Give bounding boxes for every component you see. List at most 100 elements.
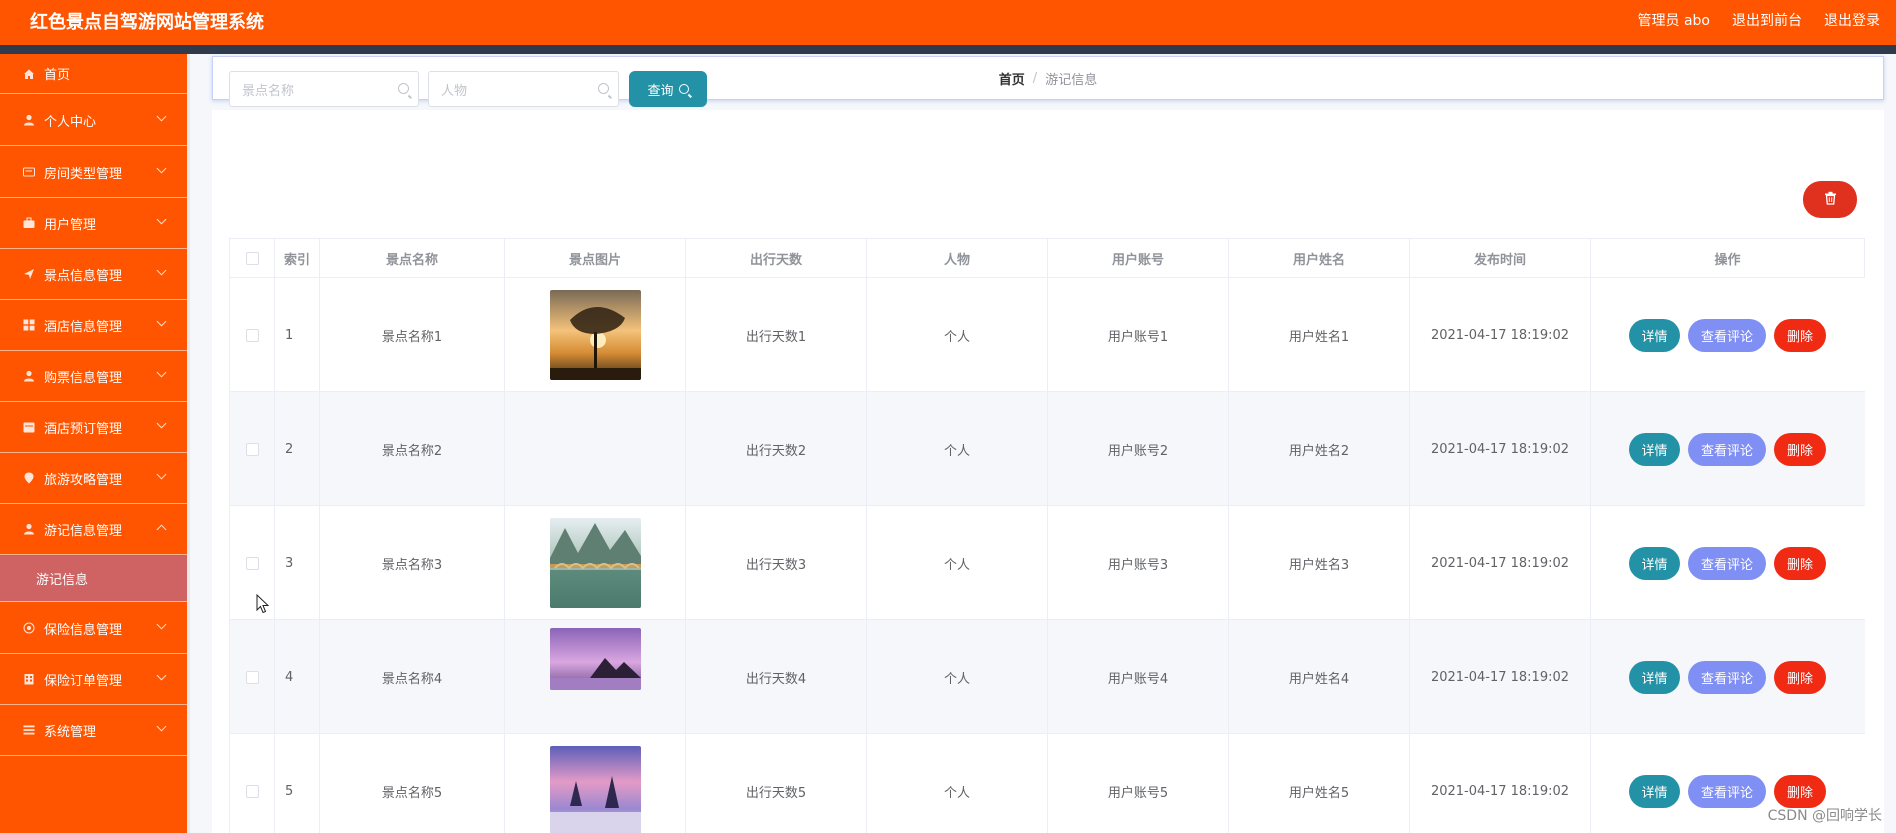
select-all-checkbox[interactable] — [245, 251, 259, 265]
table-row: 5 景点名称5 出行天数5 个人 用户账号5 用户姓名5 2021-04-17 … — [229, 734, 1865, 833]
view-comments-button[interactable]: 查看评论 — [1688, 774, 1766, 808]
scenic-thumbnail[interactable] — [549, 290, 641, 380]
cell-travel-days: 出行天数3 — [686, 506, 867, 620]
delete-button[interactable]: 删除 — [1774, 318, 1826, 352]
row-checkbox[interactable] — [245, 556, 259, 570]
view-comments-button[interactable]: 查看评论 — [1688, 546, 1766, 580]
cell-travel-days: 出行天数1 — [686, 278, 867, 392]
logout-link[interactable]: 退出登录 — [1824, 10, 1880, 30]
header-travel-days: 出行天数 — [686, 239, 867, 277]
detail-button[interactable]: 详情 — [1629, 432, 1680, 466]
sidebar-item-home[interactable]: 首页 — [0, 54, 187, 94]
admin-label[interactable]: 管理员 abo — [1638, 10, 1710, 30]
sidebar-item-system[interactable]: 系统管理 — [0, 705, 187, 756]
sidebar-item-insurance-info[interactable]: 保险信息管理 — [0, 603, 187, 654]
delete-button[interactable]: 删除 — [1774, 774, 1826, 808]
chevron-down-icon — [156, 469, 167, 480]
cell-index: 3 — [275, 506, 320, 620]
grid-icon — [22, 318, 36, 332]
top-actions: 管理员 abo 退出到前台 退出登录 — [1638, 10, 1880, 30]
briefcase-icon — [22, 216, 36, 230]
cell-actions: 详情 查看评论 删除 — [1591, 506, 1864, 620]
cell-user-account: 用户账号4 — [1048, 620, 1229, 734]
person-search-input[interactable]: 人物 — [428, 71, 619, 107]
cell-publish-time: 2021-04-17 18:19:02 — [1410, 734, 1591, 833]
app-title: 红色景点自驾游网站管理系统 — [30, 12, 264, 33]
batch-delete-button[interactable] — [1803, 181, 1857, 218]
sidebar-item-hotel-info[interactable]: 酒店信息管理 — [0, 300, 187, 351]
top-bar: 红色景点自驾游网站管理系统 管理员 abo 退出到前台 退出登录 — [0, 0, 1896, 45]
cell-person: 个人 — [867, 734, 1048, 833]
search-input-placeholder: 人物 — [441, 83, 468, 99]
cell-actions: 详情 查看评论 删除 — [1591, 620, 1864, 734]
to-front-link[interactable]: 退出到前台 — [1732, 10, 1802, 30]
scenic-name-search-input[interactable]: 景点名称 — [229, 71, 419, 107]
table-row: 4 景点名称4 出行天数4 个人 用户账号4 用户姓名4 2021-04-17 … — [229, 620, 1865, 734]
sidebar: 首页 个人中心 房间类型管理 用户管理 景点信息管理 酒店信息管理 购票信息管理… — [0, 54, 187, 833]
detail-button[interactable]: 详情 — [1629, 318, 1680, 352]
cell-user-account: 用户账号2 — [1048, 392, 1229, 506]
breadcrumb-home[interactable]: 首页 — [999, 69, 1025, 88]
view-comments-button[interactable]: 查看评论 — [1688, 432, 1766, 466]
cell-person: 个人 — [867, 278, 1048, 392]
chevron-down-icon — [156, 265, 167, 276]
scenic-thumbnail[interactable] — [549, 746, 641, 833]
sidebar-item-travel-guide[interactable]: 旅游攻略管理 — [0, 453, 187, 504]
detail-button[interactable]: 详情 — [1629, 546, 1680, 580]
sidebar-item-hotel-booking[interactable]: 酒店预订管理 — [0, 402, 187, 453]
cell-scenic-image — [505, 392, 686, 506]
table-row: 2 景点名称2 出行天数2 个人 用户账号2 用户姓名2 2021-04-17 … — [229, 392, 1865, 506]
detail-button[interactable]: 详情 — [1629, 774, 1680, 808]
query-button[interactable]: 查询 — [629, 71, 707, 107]
cell-user-name: 用户姓名3 — [1229, 506, 1410, 620]
sidebar-item-insurance-orders[interactable]: 保险订单管理 — [0, 654, 187, 705]
sidebar-subitem-travel-notes[interactable]: 游记信息 — [0, 556, 187, 602]
cell-index: 2 — [275, 392, 320, 506]
scenic-thumbnail[interactable] — [549, 628, 641, 690]
chevron-down-icon — [156, 670, 167, 681]
view-comments-button[interactable]: 查看评论 — [1688, 318, 1766, 352]
sidebar-item-ticket-info[interactable]: 购票信息管理 — [0, 351, 187, 402]
chevron-down-icon — [156, 367, 167, 378]
header-person: 人物 — [867, 239, 1048, 277]
sidebar-item-personal-center[interactable]: 个人中心 — [0, 95, 187, 146]
row-checkbox[interactable] — [245, 328, 259, 342]
breadcrumb-current: 游记信息 — [1045, 72, 1098, 88]
cell-index: 1 — [275, 278, 320, 392]
circle-icon — [22, 621, 36, 635]
user-icon — [22, 522, 36, 536]
mouse-cursor-icon — [256, 593, 270, 618]
user-icon — [22, 113, 36, 127]
send-icon — [22, 267, 36, 281]
sidebar-item-scenic-info[interactable]: 景点信息管理 — [0, 249, 187, 300]
delete-button[interactable]: 删除 — [1774, 432, 1826, 466]
cell-travel-days: 出行天数4 — [686, 620, 867, 734]
breadcrumb-separator: / — [1032, 70, 1038, 86]
cell-user-account: 用户账号1 — [1048, 278, 1229, 392]
delete-button[interactable]: 删除 — [1774, 660, 1826, 694]
sidebar-item-room-type[interactable]: 房间类型管理 — [0, 147, 187, 198]
sidebar-item-travel-notes[interactable]: 游记信息管理 — [0, 504, 187, 555]
delete-button[interactable]: 删除 — [1774, 546, 1826, 580]
cell-user-name: 用户姓名1 — [1229, 278, 1410, 392]
row-checkbox[interactable] — [245, 784, 259, 798]
row-checkbox[interactable] — [245, 442, 259, 456]
home-icon — [22, 67, 36, 81]
table-header: 索引 景点名称 景点图片 出行天数 人物 用户账号 用户姓名 发布时间 操作 — [229, 238, 1865, 278]
search-icon — [398, 83, 409, 94]
chevron-down-icon — [156, 721, 167, 732]
chevron-up-icon — [156, 524, 167, 535]
detail-button[interactable]: 详情 — [1629, 660, 1680, 694]
scenic-thumbnail[interactable] — [549, 518, 641, 608]
calendar-icon — [22, 420, 36, 434]
cell-person: 个人 — [867, 620, 1048, 734]
cell-actions: 详情 查看评论 删除 — [1591, 392, 1864, 506]
row-checkbox[interactable] — [245, 670, 259, 684]
header-actions: 操作 — [1714, 252, 1741, 268]
cell-person: 个人 — [867, 392, 1048, 506]
table-row: 1 景点名称1 出行天数1 个人 用户账号1 用户姓名1 2021-04-17 … — [229, 278, 1865, 392]
view-comments-button[interactable]: 查看评论 — [1688, 660, 1766, 694]
chevron-down-icon — [156, 316, 167, 327]
header-user-name: 用户姓名 — [1229, 239, 1410, 277]
sidebar-item-user-management[interactable]: 用户管理 — [0, 198, 187, 249]
